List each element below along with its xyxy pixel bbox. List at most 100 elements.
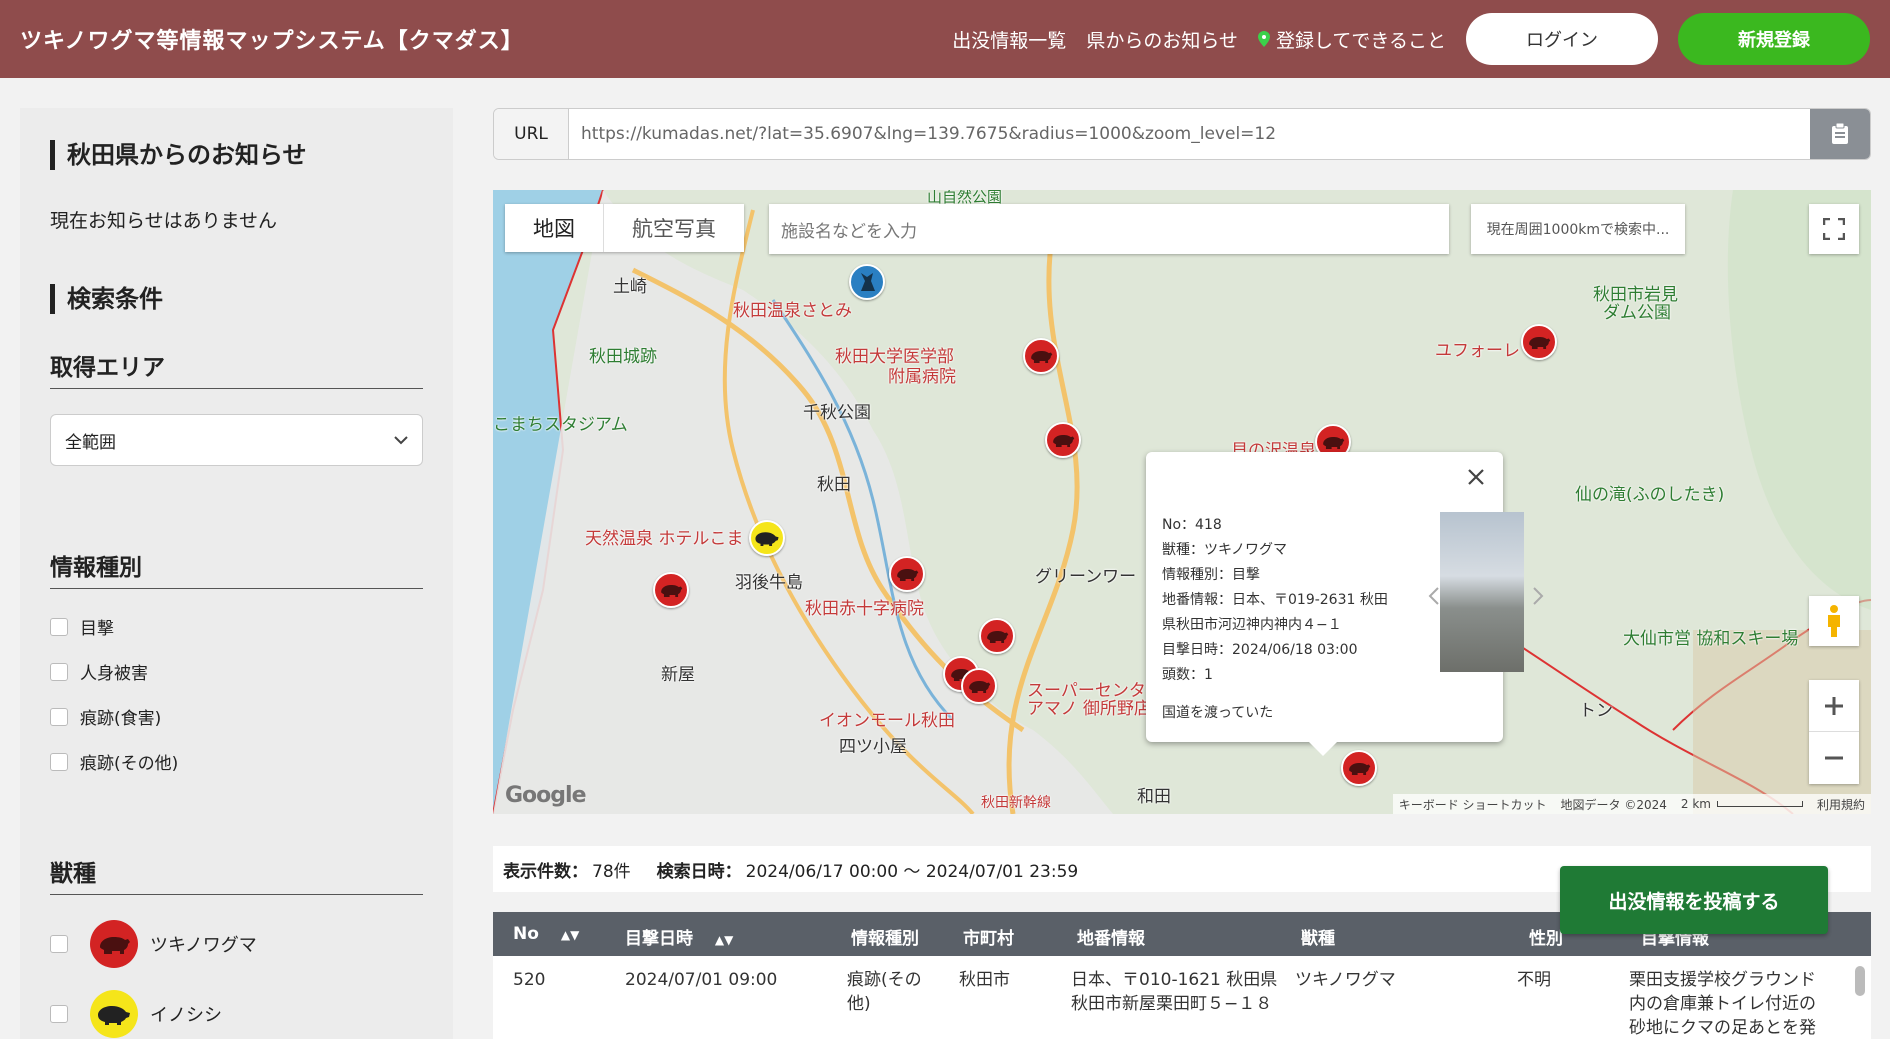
place-label: 秋田 bbox=[817, 475, 851, 495]
table-row[interactable]: 520 2024/07/01 09:00 痕跡(その 他) 秋田市 日本、〒01… bbox=[493, 956, 1871, 1039]
info-popup: No：418 獣種：ツキノワグマ 情報種別：目撃 地番情報：日本、〒019-26… bbox=[1146, 452, 1544, 756]
type-trace-other[interactable]: 痕跡(その他) bbox=[50, 749, 178, 774]
col-city: 市町村 bbox=[963, 929, 1014, 949]
animal-boar[interactable]: イノシシ bbox=[50, 990, 222, 1038]
map-data-credit: 地図データ ©2024 bbox=[1560, 797, 1667, 812]
map-marker-bear[interactable] bbox=[1521, 324, 1557, 360]
zoom-in-button[interactable] bbox=[1809, 680, 1859, 732]
type-label: 痕跡(その他) bbox=[80, 754, 179, 774]
date-label: 検索日時： bbox=[656, 861, 742, 882]
pegman-icon bbox=[1828, 605, 1840, 637]
fullscreen-button[interactable] bbox=[1809, 204, 1859, 254]
nav-prefecture-notices[interactable]: 県からのお知らせ bbox=[1086, 26, 1238, 53]
zoom-controls bbox=[1809, 680, 1859, 784]
map-marker-boar[interactable] bbox=[749, 520, 785, 556]
col-address: 地番情報 bbox=[1077, 929, 1145, 949]
place-label: 秋田新幹線 bbox=[981, 795, 1051, 811]
cell-address: 日本、〒010-1621 秋田県 秋田市新屋栗田町５−１８ bbox=[1071, 968, 1277, 1016]
cell-address-line: 日本、〒010-1621 秋田県 bbox=[1071, 970, 1278, 990]
cell-city: 秋田市 bbox=[959, 970, 1010, 990]
place-label: 秋田赤十字病院 bbox=[805, 599, 924, 619]
chevron-down-icon bbox=[394, 436, 408, 445]
info-type-title: 情報種別 bbox=[50, 548, 423, 589]
boar-icon bbox=[90, 990, 138, 1038]
register-button[interactable]: 新規登録 bbox=[1678, 13, 1870, 65]
area-select[interactable]: 全範囲 bbox=[50, 414, 423, 466]
cell-info: 栗田支援学校グラウンド 内の倉庫兼トイレ付近の 砂地にクマの足あとを発 bbox=[1629, 968, 1816, 1039]
map-footer: キーボード ショートカット 地図データ ©2024 2 km 利用規約 bbox=[1392, 794, 1871, 814]
map-marker-bear[interactable] bbox=[961, 668, 997, 704]
checkbox[interactable] bbox=[50, 707, 68, 726]
terms-link[interactable]: 利用規約 bbox=[1817, 796, 1865, 813]
checkbox[interactable] bbox=[50, 662, 68, 681]
type-sighting[interactable]: 目撃 bbox=[50, 614, 114, 639]
animal-bear[interactable]: ツキノワグマ bbox=[50, 920, 257, 968]
post-sighting-button[interactable]: 出没情報を投稿する bbox=[1560, 866, 1828, 934]
checkbox[interactable] bbox=[50, 935, 68, 953]
place-label: 新屋 bbox=[661, 665, 695, 685]
map-marker-bear[interactable] bbox=[653, 572, 689, 608]
cell-date: 2024/07/01 09:00 bbox=[625, 970, 778, 990]
cell-info-line: 栗田支援学校グラウンド bbox=[1629, 970, 1816, 990]
col-label: 目撃日時 bbox=[625, 929, 693, 949]
map-type-tabs: 地図 航空写真 bbox=[505, 204, 744, 252]
chevron-left-icon[interactable] bbox=[1428, 586, 1440, 606]
clipboard-icon bbox=[1832, 123, 1848, 144]
map[interactable]: 山自然公園 土崎 秋田温泉さとみ 秋田城跡 秋田大学医学部 附属病院 千秋公園 … bbox=[493, 190, 1871, 814]
url-field[interactable]: https://kumadas.net/?lat=35.6907&lng=139… bbox=[569, 109, 1810, 159]
nav-register-benefits[interactable]: 登録してできること bbox=[1257, 26, 1446, 53]
cell-info-line: 内の倉庫兼トイレ付近の bbox=[1629, 994, 1816, 1014]
place-label: 大仙市営 協和スキー場 bbox=[1623, 629, 1799, 649]
google-logo: Google bbox=[505, 783, 586, 808]
count-label: 表示件数： bbox=[503, 861, 588, 882]
sort-icon[interactable]: ▲▼ bbox=[561, 928, 579, 942]
map-marker-bear[interactable] bbox=[1045, 422, 1081, 458]
map-marker-bear[interactable] bbox=[1023, 338, 1059, 374]
scale-label: 2 km bbox=[1680, 797, 1711, 811]
col-no[interactable]: No ▲▼ bbox=[513, 924, 579, 944]
checkbox[interactable] bbox=[50, 1005, 68, 1023]
street-view-button[interactable] bbox=[1809, 596, 1859, 646]
area-title: 取得エリア bbox=[50, 348, 423, 389]
bear-icon bbox=[90, 920, 138, 968]
app-title[interactable]: ツキノワグマ等情報マップシステム【クマダス】 bbox=[20, 23, 524, 55]
header: ツキノワグマ等情報マップシステム【クマダス】 出没情報一覧 県からのお知らせ 登… bbox=[0, 0, 1890, 78]
copy-button[interactable] bbox=[1810, 109, 1870, 159]
chevron-right-icon[interactable] bbox=[1532, 586, 1544, 606]
checkbox[interactable] bbox=[50, 752, 68, 771]
col-label: No bbox=[513, 924, 539, 944]
notice-text: 現在お知らせはありません bbox=[50, 210, 278, 232]
place-label: イオンモール秋田 bbox=[819, 711, 955, 731]
place-label: ユフォーレ bbox=[1435, 341, 1520, 361]
nav-sightings-list[interactable]: 出没情報一覧 bbox=[952, 26, 1066, 53]
animal-title: 獣種 bbox=[50, 854, 423, 895]
type-injury[interactable]: 人身被害 bbox=[50, 659, 148, 684]
popup-photo[interactable] bbox=[1440, 512, 1524, 672]
map-marker-bear[interactable] bbox=[979, 618, 1015, 654]
sort-icon[interactable]: ▲▼ bbox=[715, 933, 733, 947]
login-button[interactable]: ログイン bbox=[1466, 13, 1658, 65]
tab-map[interactable]: 地図 bbox=[505, 204, 603, 252]
popup-count: 頭数：1 bbox=[1162, 667, 1213, 683]
type-trace-feeding[interactable]: 痕跡(食害) bbox=[50, 704, 161, 729]
date-value: 2024/06/17 00:00 〜 2024/07/01 23:59 bbox=[745, 861, 1079, 882]
cell-species: ツキノワグマ bbox=[1295, 970, 1396, 990]
col-date[interactable]: 目撃日時 ▲▼ bbox=[625, 924, 733, 949]
map-marker[interactable] bbox=[849, 264, 885, 300]
checkbox[interactable] bbox=[50, 617, 68, 636]
tab-satellite[interactable]: 航空写真 bbox=[603, 204, 744, 252]
close-icon[interactable] bbox=[1467, 468, 1485, 486]
map-marker-bear[interactable] bbox=[889, 556, 925, 592]
place-label: 天然温泉 ホテルこま bbox=[585, 529, 744, 549]
facility-search-input[interactable]: 施設名などを入力 bbox=[769, 204, 1449, 254]
table-scrollbar[interactable] bbox=[1855, 966, 1865, 996]
place-label: 附属病院 bbox=[888, 367, 956, 387]
scale-bar bbox=[1716, 801, 1803, 807]
cell-type-line: 痕跡(その bbox=[847, 970, 922, 990]
cell-sex: 不明 bbox=[1517, 970, 1551, 990]
plus-icon bbox=[1825, 696, 1843, 715]
popup-note: 国道を渡っていた bbox=[1162, 705, 1274, 721]
map-marker-bear[interactable] bbox=[1341, 750, 1377, 786]
keyboard-shortcuts-link[interactable]: キーボード ショートカット bbox=[1399, 796, 1547, 813]
zoom-out-button[interactable] bbox=[1809, 732, 1859, 784]
